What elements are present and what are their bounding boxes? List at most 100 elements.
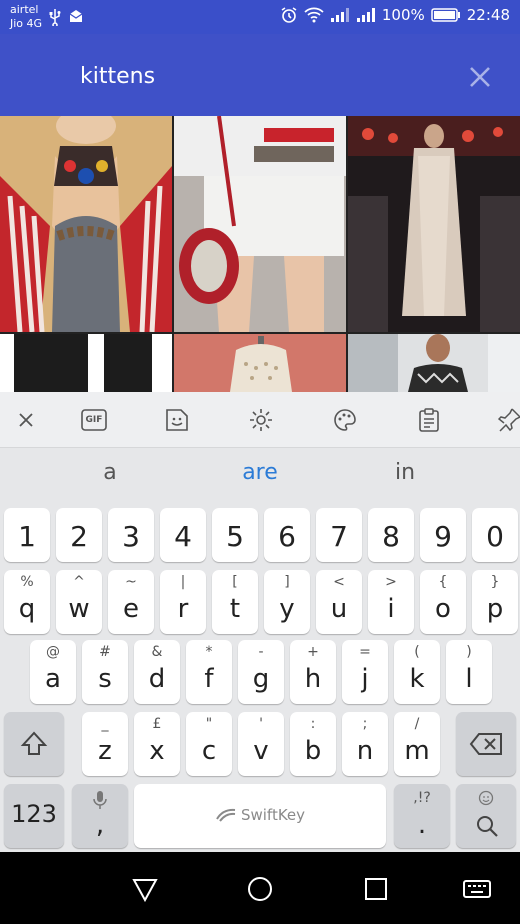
back-icon[interactable] bbox=[130, 874, 160, 904]
key-label: a bbox=[45, 664, 61, 694]
key-alt-label: ( bbox=[414, 644, 420, 660]
key-label: f bbox=[204, 664, 214, 694]
key-t[interactable]: [t bbox=[212, 570, 258, 634]
comma-label: , bbox=[95, 810, 105, 840]
image-result-1[interactable] bbox=[0, 116, 172, 332]
key-c[interactable]: " c bbox=[186, 712, 232, 776]
key-e[interactable]: ~ e bbox=[108, 570, 154, 634]
image-result-4[interactable] bbox=[0, 334, 172, 392]
key-label: b bbox=[304, 736, 322, 766]
key-label: u bbox=[330, 594, 348, 624]
image-results-grid bbox=[0, 116, 520, 392]
key-7[interactable]: 7 bbox=[316, 508, 362, 562]
emoji-icon bbox=[478, 790, 494, 806]
carrier-primary: airtel bbox=[10, 3, 39, 16]
recents-icon[interactable] bbox=[361, 874, 391, 904]
suggestion-strip: a are in bbox=[0, 448, 520, 500]
swiftkey-logo-icon bbox=[216, 808, 236, 822]
key-j[interactable]: = j bbox=[342, 640, 388, 704]
key-label: g bbox=[252, 664, 270, 694]
search-input[interactable] bbox=[80, 58, 420, 94]
key-k[interactable]: (k bbox=[394, 640, 440, 704]
key-o[interactable]: {o bbox=[420, 570, 466, 634]
keyboard-switch-icon[interactable] bbox=[462, 874, 492, 904]
period-key[interactable]: ,!? . bbox=[394, 784, 450, 848]
clipboard-icon[interactable] bbox=[415, 406, 443, 434]
close-toolbar-icon[interactable] bbox=[12, 406, 40, 434]
key-u[interactable]: < u bbox=[316, 570, 362, 634]
key-label: d bbox=[148, 664, 166, 694]
key-g[interactable]: -g bbox=[238, 640, 284, 704]
key-x[interactable]: £ x bbox=[134, 712, 180, 776]
pin-icon[interactable] bbox=[496, 406, 520, 434]
shift-key[interactable] bbox=[4, 712, 64, 776]
key-z[interactable]: _ z bbox=[82, 712, 128, 776]
image-result-5[interactable] bbox=[174, 334, 346, 392]
keyboard-toolbar: GIF bbox=[0, 392, 520, 448]
key-label: n bbox=[356, 736, 374, 766]
key-r[interactable]: | r bbox=[160, 570, 206, 634]
key-f[interactable]: * f bbox=[186, 640, 232, 704]
home-icon[interactable] bbox=[245, 874, 275, 904]
comma-key[interactable]: , bbox=[72, 784, 128, 848]
key-b[interactable]: :b bbox=[290, 712, 336, 776]
suggestion-center[interactable]: are bbox=[200, 460, 320, 485]
key-i[interactable]: > i bbox=[368, 570, 414, 634]
key-alt-label: } bbox=[490, 574, 500, 590]
search-action-key[interactable] bbox=[456, 784, 516, 848]
space-bar[interactable]: SwiftKey bbox=[134, 784, 386, 848]
key-label: 9 bbox=[434, 520, 452, 553]
key-d[interactable]: & d bbox=[134, 640, 180, 704]
key-label: r bbox=[177, 594, 189, 624]
settings-gear-icon[interactable] bbox=[247, 406, 275, 434]
key-label: m bbox=[404, 736, 430, 766]
key-6[interactable]: 6 bbox=[264, 508, 310, 562]
key-s[interactable]: # s bbox=[82, 640, 128, 704]
key-l[interactable]: ) l bbox=[446, 640, 492, 704]
key-9[interactable]: 9 bbox=[420, 508, 466, 562]
key-alt-label: : bbox=[310, 716, 316, 732]
key-label: l bbox=[465, 664, 473, 694]
key-h[interactable]: + h bbox=[290, 640, 336, 704]
key-label: j bbox=[361, 664, 369, 694]
key-8[interactable]: 8 bbox=[368, 508, 414, 562]
key-label: k bbox=[409, 664, 425, 694]
key-label: i bbox=[387, 594, 395, 624]
suggestion-right[interactable]: in bbox=[345, 460, 465, 485]
key-label: c bbox=[201, 736, 217, 766]
key-q[interactable]: % q bbox=[4, 570, 50, 634]
key-2[interactable]: 2 bbox=[56, 508, 102, 562]
gif-button[interactable]: GIF bbox=[80, 406, 108, 434]
key-1[interactable]: 1 bbox=[4, 508, 50, 562]
image-result-6[interactable] bbox=[348, 334, 520, 392]
suggestion-left[interactable]: a bbox=[50, 460, 170, 485]
key-w[interactable]: ^ w bbox=[56, 570, 102, 634]
key-alt-label: " bbox=[205, 716, 213, 732]
carrier-info: airtel Jio 4G bbox=[10, 3, 42, 31]
clock: 22:48 bbox=[466, 6, 510, 24]
backspace-key[interactable] bbox=[456, 712, 516, 776]
key-label: 0 bbox=[486, 520, 504, 553]
key-label: x bbox=[149, 736, 165, 766]
symbols-123-key[interactable]: 123 bbox=[4, 784, 64, 848]
key-alt-label: ' bbox=[259, 716, 263, 732]
image-result-3[interactable] bbox=[348, 116, 520, 332]
key-v[interactable]: ' v bbox=[238, 712, 284, 776]
key-n[interactable]: ; n bbox=[342, 712, 388, 776]
key-p[interactable]: } p bbox=[472, 570, 518, 634]
key-alt-label: / bbox=[414, 716, 420, 732]
key-y[interactable]: ] y bbox=[264, 570, 310, 634]
key-m[interactable]: / m bbox=[394, 712, 440, 776]
key-alt-label: # bbox=[99, 644, 111, 660]
clear-search-icon[interactable] bbox=[466, 63, 494, 91]
sticker-icon[interactable] bbox=[163, 406, 191, 434]
image-result-2[interactable] bbox=[174, 116, 346, 332]
key-a[interactable]: @ a bbox=[30, 640, 76, 704]
key-5[interactable]: 5 bbox=[212, 508, 258, 562]
key-3[interactable]: 3 bbox=[108, 508, 154, 562]
key-4[interactable]: 4 bbox=[160, 508, 206, 562]
theme-palette-icon[interactable] bbox=[331, 406, 359, 434]
key-0[interactable]: 0 bbox=[472, 508, 518, 562]
keyboard: GIF a are in 123 , SwiftKey ,!? . 1 2 3 … bbox=[0, 392, 520, 852]
period-sub-label: ,!? bbox=[413, 790, 431, 806]
